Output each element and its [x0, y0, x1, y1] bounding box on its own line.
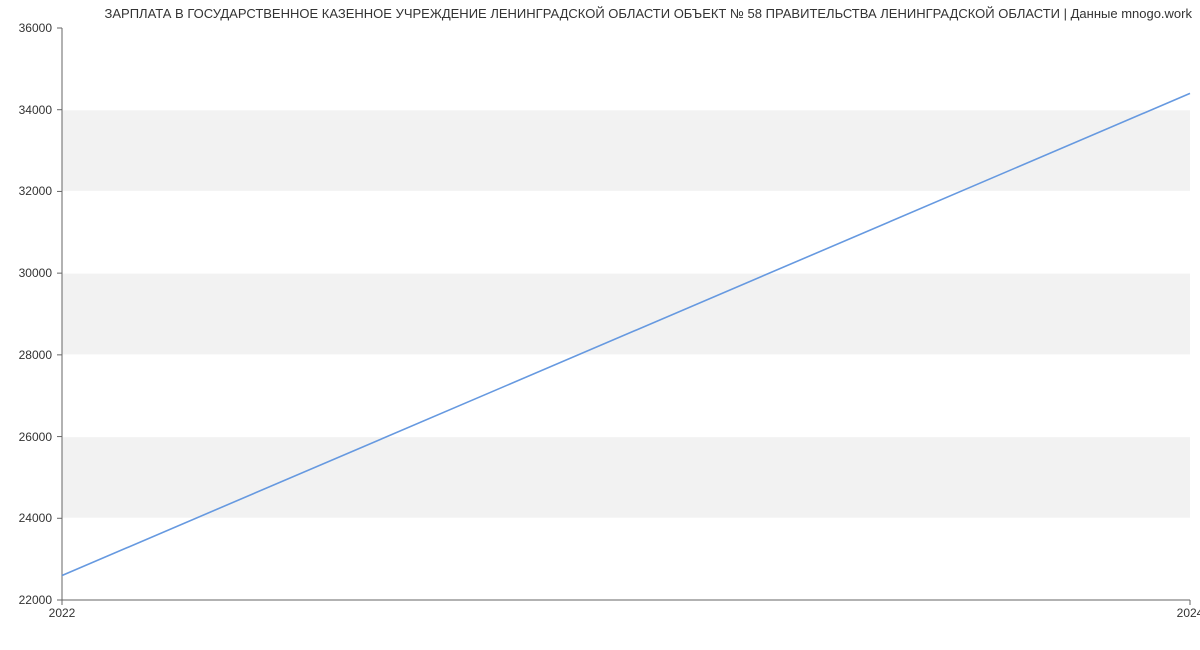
- y-tick-label: 24000: [0, 511, 52, 525]
- y-tick-label: 28000: [0, 348, 52, 362]
- x-tick-label: 2022: [49, 606, 76, 620]
- y-tick-label: 30000: [0, 266, 52, 280]
- y-tick-label: 32000: [0, 184, 52, 198]
- y-tick-label: 34000: [0, 103, 52, 117]
- y-tick-label: 36000: [0, 21, 52, 35]
- x-tick-label: 2024: [1177, 606, 1200, 620]
- y-tick-label: 22000: [0, 593, 52, 607]
- line-chart: [0, 0, 1200, 650]
- chart-container: ЗАРПЛАТА В ГОСУДАРСТВЕННОЕ КАЗЕННОЕ УЧРЕ…: [0, 0, 1200, 650]
- y-tick-label: 26000: [0, 430, 52, 444]
